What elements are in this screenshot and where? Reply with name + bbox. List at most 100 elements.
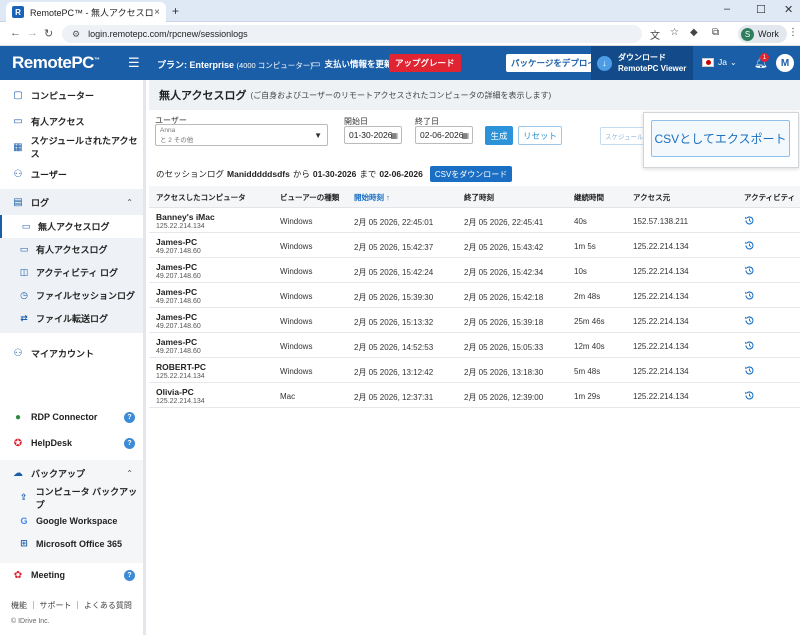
- sidebar-footer-links[interactable]: 機能 ｜ サポート ｜ よくある質問: [11, 600, 132, 611]
- sidebar-item-unattended-log[interactable]: ▭ 無人アクセスログ: [0, 215, 143, 238]
- site-settings-icon[interactable]: ⚙: [72, 29, 80, 40]
- activity-history-icon[interactable]: [744, 340, 755, 351]
- download-line2: RemotePC Viewer: [618, 64, 687, 73]
- column-header-activity[interactable]: アクティビティ: [744, 192, 795, 203]
- generate-button[interactable]: 生成: [485, 126, 513, 145]
- help-icon[interactable]: ?: [124, 569, 135, 581]
- language-selector[interactable]: Ja ⌄: [702, 57, 737, 67]
- help-icon[interactable]: ?: [124, 411, 135, 423]
- computer-ip: 125.22.214.134: [156, 373, 205, 380]
- start-time-cell: 2月 05 2026, 14:52:53: [354, 343, 434, 352]
- sidebar-item-file-transfer-log[interactable]: ⇄ ファイル転送ログ: [0, 307, 143, 330]
- browser-tab[interactable]: R RemotePC™ - 無人アクセスログ ×: [6, 2, 166, 22]
- table-row: James-PC 49.207.148.60 Windows 2月 05 202…: [149, 283, 800, 308]
- duration-cell: 10s: [574, 267, 587, 276]
- sidebar-item-office365[interactable]: ⊞ Microsoft Office 365: [0, 532, 143, 555]
- session-to-date: 02-06-2026: [379, 169, 423, 179]
- column-header-duration[interactable]: 継続時間: [574, 192, 604, 203]
- profile-button[interactable]: S Work: [738, 25, 787, 43]
- csv-download-button[interactable]: CSVをダウンロード: [429, 166, 513, 182]
- source-ip-cell: 125.22.214.134: [633, 317, 689, 326]
- google-icon: G: [20, 515, 28, 526]
- activity-history-icon[interactable]: [744, 215, 755, 226]
- forward-arrow-icon[interactable]: →: [27, 27, 38, 39]
- end-time-cell: 2月 05 2026, 15:39:18: [464, 318, 544, 327]
- activity-history-icon[interactable]: [744, 290, 755, 301]
- source-ip-cell: 125.22.214.134: [633, 342, 689, 351]
- chevron-down-icon: ⌄: [729, 57, 737, 67]
- browser-menu-icon[interactable]: ⋮: [788, 27, 798, 38]
- extensions-puzzle-icon[interactable]: ⧉: [712, 27, 719, 38]
- hamburger-menu-icon[interactable]: ☰: [128, 55, 140, 71]
- download-viewer-button[interactable]: ↓ ダウンロード RemotePC Viewer: [591, 46, 693, 80]
- column-header-computer[interactable]: アクセスしたコンピュータ: [156, 192, 246, 203]
- sidebar-item-activity-log[interactable]: ◫ アクティビティ ログ: [0, 261, 143, 284]
- sidebar-item-attended[interactable]: ▭ 有人アクセス: [0, 108, 143, 134]
- download-line1: ダウンロード: [618, 53, 666, 62]
- table-row: James-PC 49.207.148.60 Windows 2月 05 202…: [149, 308, 800, 333]
- activity-history-icon[interactable]: [744, 240, 755, 251]
- close-tab-icon[interactable]: ×: [154, 7, 160, 18]
- column-header-end-time[interactable]: 終了時刻: [464, 192, 494, 203]
- calendar-icon: ▦: [390, 130, 398, 140]
- duration-cell: 1m 5s: [574, 242, 596, 251]
- sidebar-item-logs[interactable]: ▤ ログ ⌃: [0, 189, 143, 215]
- session-user: Manidddddsdfs: [227, 169, 290, 179]
- bookmark-star-icon[interactable]: ☆: [670, 27, 679, 38]
- translate-icon[interactable]: 文: [650, 27, 660, 42]
- start-time-cell: 2月 05 2026, 15:13:32: [354, 318, 434, 327]
- reset-button[interactable]: リセット: [518, 126, 562, 145]
- help-icon[interactable]: ?: [124, 437, 135, 449]
- notification-bell-icon[interactable]: 🔔︎ 1: [754, 53, 769, 69]
- close-window-icon[interactable]: ✕: [784, 3, 793, 16]
- minimize-window-icon[interactable]: –: [724, 3, 730, 15]
- column-header-viewer[interactable]: ビューアーの種類: [280, 192, 339, 203]
- update-billing-link[interactable]: ▭ 支払い情報を更新: [311, 58, 392, 70]
- activity-history-icon[interactable]: [744, 315, 755, 326]
- activity-history-icon[interactable]: [744, 390, 755, 401]
- sidebar-item-backup[interactable]: ☁ バックアップ ⌃: [0, 460, 143, 486]
- browser-toolbar: ← → ↻ ⚙ login.remotepc.com/rpcnew/sessio…: [0, 22, 800, 46]
- activity-history-icon[interactable]: [744, 365, 755, 376]
- address-bar[interactable]: ⚙ login.remotepc.com/rpcnew/sessionlogs: [62, 25, 642, 43]
- sidebar-item-computer-backup[interactable]: ⇪ コンピュータ バックアップ: [0, 486, 143, 510]
- start-time-cell: 2月 05 2026, 22:45:01: [354, 218, 434, 227]
- export-csv-button[interactable]: CSVとしてエクスポート: [651, 120, 790, 157]
- user-avatar[interactable]: M: [776, 54, 794, 72]
- upgrade-button[interactable]: アップグレード: [389, 54, 461, 72]
- column-header-source[interactable]: アクセス元: [633, 192, 670, 203]
- schedule-button[interactable]: スケジュール: [600, 127, 648, 145]
- sidebar-item-rdp-connector[interactable]: ● RDP Connector ?: [0, 404, 143, 430]
- maximize-window-icon[interactable]: ☐: [756, 3, 766, 16]
- browser-tab-title: RemotePC™ - 無人アクセスログ: [30, 7, 155, 18]
- sidebar-item-my-account[interactable]: ⚇ マイアカウント: [0, 340, 143, 366]
- sidebar-item-attended-log[interactable]: ▭ 有人アクセスログ: [0, 238, 143, 261]
- deploy-package-button[interactable]: パッケージをデプロイ: [506, 54, 601, 72]
- computer-ip: 125.22.214.134: [156, 398, 205, 405]
- sidebar-item-google-workspace[interactable]: G Google Workspace: [0, 509, 143, 532]
- plan-info: プラン: Enterprise (4000 コンピューター): [157, 60, 313, 70]
- sidebar-item-meeting[interactable]: ✿ Meeting ?: [0, 562, 143, 588]
- sidebar-item-users[interactable]: ⚇ ユーザー: [0, 161, 143, 187]
- clock-icon: ◷: [20, 290, 28, 300]
- reload-icon[interactable]: ↻: [44, 27, 53, 40]
- computer-cell: ROBERT-PC 125.22.214.134: [156, 362, 206, 380]
- column-header-start-time[interactable]: 開始時刻 ↑: [354, 192, 390, 203]
- start-date-input[interactable]: 01-30-2026 ▦: [344, 126, 402, 144]
- extension-icon[interactable]: ◆: [690, 27, 698, 38]
- user-filter-select[interactable]: Anna と 2 その他 ▼: [155, 124, 328, 146]
- viewer-type-cell: Windows: [280, 217, 313, 226]
- new-tab-button[interactable]: +: [172, 4, 179, 18]
- end-date-input[interactable]: 02-06-2026 ▦: [415, 126, 473, 144]
- back-arrow-icon[interactable]: ←: [10, 27, 21, 39]
- start-time-cell: 2月 05 2026, 13:12:42: [354, 368, 434, 377]
- computer-ip: 49.207.148.60: [156, 348, 201, 355]
- sidebar-item-file-session-log[interactable]: ◷ ファイルセッションログ: [0, 284, 143, 307]
- sidebar-item-scheduled[interactable]: ▦ スケジュールされたアクセス: [0, 134, 143, 160]
- sidebar-item-helpdesk[interactable]: ✪ HelpDesk ?: [0, 430, 143, 456]
- activity-history-icon[interactable]: [744, 265, 755, 276]
- viewer-type-cell: Windows: [280, 292, 313, 301]
- remotepc-logo[interactable]: RemotePC™: [12, 53, 100, 73]
- computer-cell: James-PC 49.207.148.60: [156, 337, 201, 355]
- sidebar-item-computers[interactable]: ▢ コンピューター: [0, 82, 143, 108]
